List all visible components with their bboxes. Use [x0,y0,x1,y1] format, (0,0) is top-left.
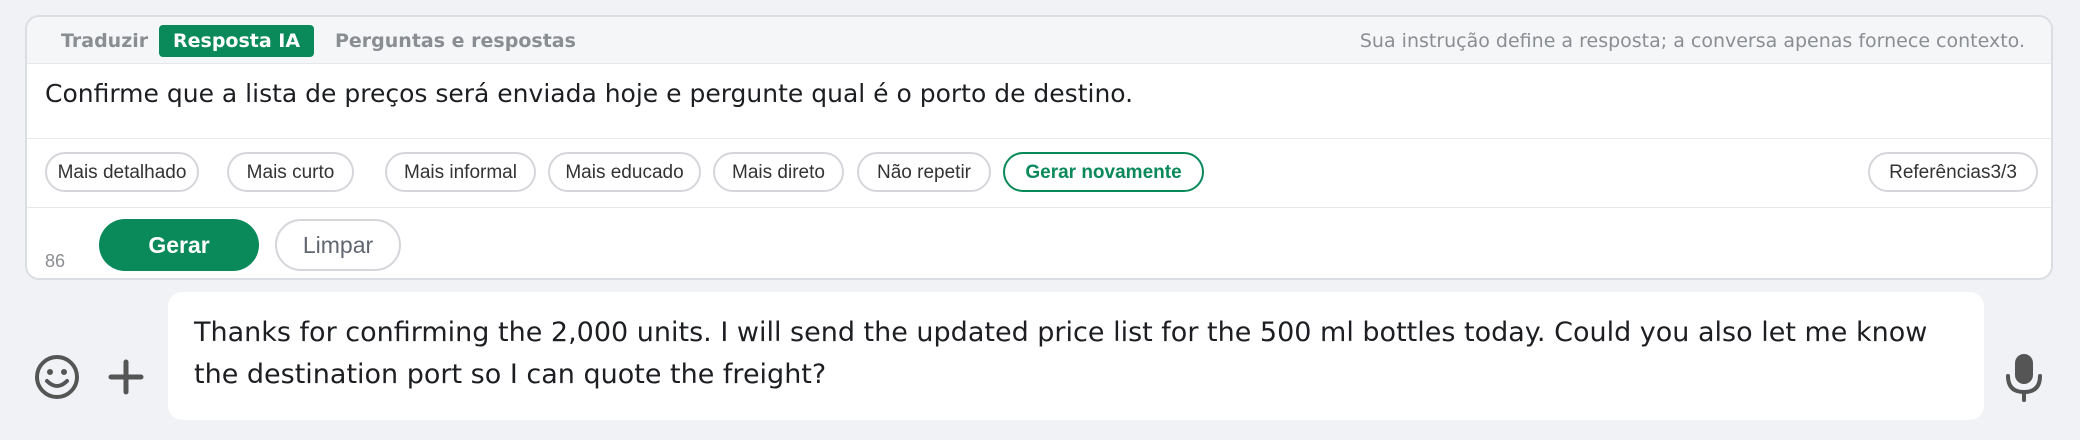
character-count: 86 [45,251,66,271]
tab-traduzir[interactable]: Traduzir [47,25,162,57]
chip-mais-informal[interactable]: Mais informal [385,152,536,192]
tab-perguntas-respostas[interactable]: Perguntas e respostas [321,25,590,57]
microphone-icon[interactable] [2002,352,2046,404]
chip-mais-detalhado[interactable]: Mais detalhado [45,152,199,192]
divider [27,138,2051,139]
chip-mais-curto[interactable]: Mais curto [227,152,354,192]
chip-nao-repetir[interactable]: Não repetir [857,152,991,192]
ai-reply-panel: Traduzir Resposta IA Perguntas e respost… [25,15,2053,280]
tab-bar: Traduzir Resposta IA Perguntas e respost… [27,17,2051,64]
instruction-hint: Sua instrução define a resposta; a conve… [1359,30,2025,52]
tab-resposta-ia[interactable]: Resposta IA [159,25,315,57]
instruction-input[interactable]: Confirme que a lista de preços será envi… [45,74,2031,114]
chip-gerar-novamente[interactable]: Gerar novamente [1003,152,1204,192]
message-input[interactable]: Thanks for confirming the 2,000 units. I… [168,292,1984,420]
plus-icon[interactable] [106,353,146,401]
divider [27,207,2051,208]
refine-chips: Mais detalhado Mais curto Mais informal … [45,152,2051,196]
smiley-icon[interactable] [33,353,81,401]
generate-button[interactable]: Gerar [99,219,259,271]
message-text: Thanks for confirming the 2,000 units. I… [194,317,1928,390]
chip-mais-educado[interactable]: Mais educado [548,152,701,192]
chip-mais-direto[interactable]: Mais direto [713,152,844,192]
clear-button[interactable]: Limpar [275,219,401,271]
references-button[interactable]: Referências3/3 [1868,152,2038,192]
